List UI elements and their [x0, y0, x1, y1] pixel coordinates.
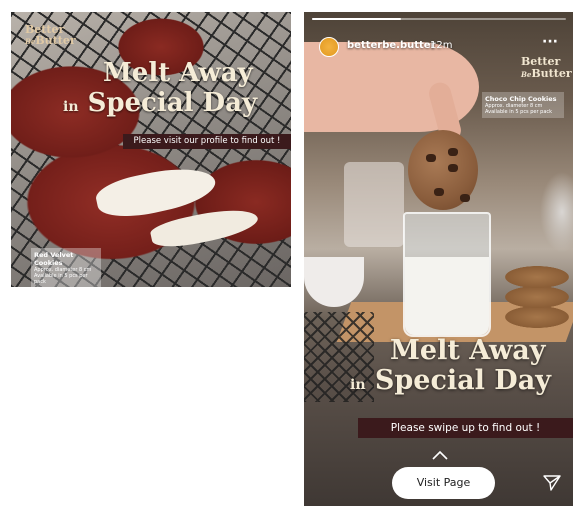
caption-line-2: Available in 5 pcs per pack: [34, 273, 88, 285]
send-icon[interactable]: [543, 474, 561, 492]
story-progress-fill: [312, 18, 401, 20]
visit-page-button[interactable]: Visit Page: [392, 467, 495, 499]
story-brand-logo: Better BeButter: [521, 56, 573, 81]
story-headline-line-1: Melt Away: [390, 335, 546, 366]
caption-title: Red Velvet Cookies: [34, 251, 74, 267]
story-headline-in: in: [350, 377, 366, 393]
logo-line-2: Butter: [35, 34, 76, 47]
post-cta-banner: Please visit our profile to find out !: [123, 134, 291, 149]
headline-line-1: Melt Away: [103, 58, 253, 88]
headline-in: in: [63, 99, 79, 115]
story-cta-banner: Please swipe up to find out !: [358, 418, 573, 438]
bowl: [304, 257, 364, 307]
story-progress-bar: [312, 18, 566, 20]
cookie-stack: [502, 262, 572, 332]
story-username[interactable]: betterbe.butter: [347, 40, 436, 51]
headline-line-2: Special Day: [87, 88, 258, 118]
brand-logo: Better BeButter: [25, 24, 85, 47]
choco-chip-cookie: [408, 130, 478, 210]
story-logo-line-2: Butter: [531, 67, 572, 80]
logo-be: Be: [25, 37, 36, 46]
chevron-up-icon[interactable]: [432, 450, 448, 462]
profile-avatar[interactable]: [319, 37, 339, 57]
story-headline-line-2: Special Day: [374, 365, 551, 396]
more-options-icon[interactable]: ···: [542, 34, 558, 50]
story-timestamp: 12m: [430, 40, 453, 51]
story-product-caption: Choco Chip Cookies Approx. diameter 8 cm…: [482, 92, 564, 118]
story-caption-title: Choco Chip Cookies: [485, 95, 557, 103]
milk: [405, 257, 489, 335]
cookie-jar: [344, 162, 404, 247]
product-caption: Red Velvet Cookies Approx. diameter 8 cm…: [31, 248, 101, 287]
feed-post-image[interactable]: Better BeButter Melt Away in Special Day…: [11, 12, 291, 287]
post-headline: Melt Away in Special Day: [63, 58, 291, 122]
story-headline: Melt Away in Special Day: [350, 336, 573, 400]
story-caption-line-2: Available in 5 pcs per pack: [485, 109, 553, 115]
story-logo-be: Be: [521, 70, 532, 79]
cookie-cream-filling: [93, 159, 219, 225]
story-view[interactable]: betterbe.butter 12m ··· Better BeButter …: [304, 12, 573, 506]
